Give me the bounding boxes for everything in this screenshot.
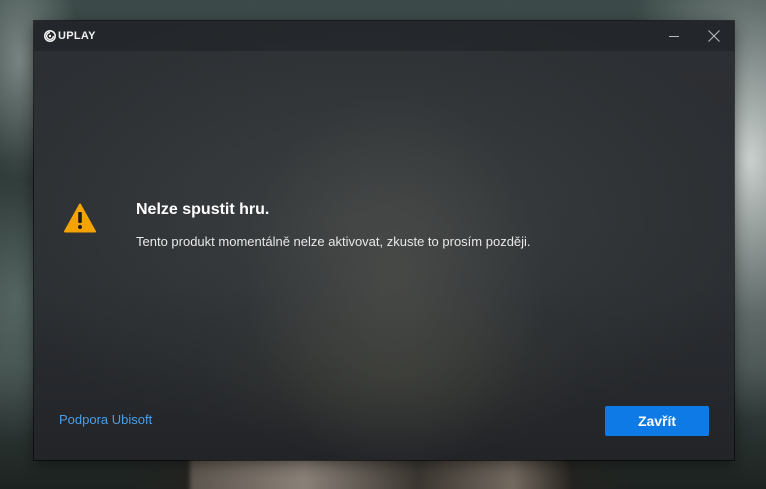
uplay-logo: UPLAY xyxy=(44,29,96,43)
minimize-button[interactable] xyxy=(662,25,686,47)
ubisoft-support-link[interactable]: Podpora Ubisoft xyxy=(59,412,152,427)
close-icon xyxy=(708,30,720,42)
dialog-message: Tento produkt momentálně nelze aktivovat… xyxy=(136,234,531,249)
uplay-logo-text: UPLAY xyxy=(58,30,96,42)
close-dialog-button[interactable]: Zavřít xyxy=(605,406,709,436)
desktop-background-rock xyxy=(190,455,570,489)
dialog-title: Nelze spustit hru. xyxy=(136,201,270,218)
minimize-icon xyxy=(669,36,679,37)
window-close-button[interactable] xyxy=(702,25,726,47)
uplay-swirl-icon xyxy=(44,30,56,42)
title-bar[interactable]: UPLAY xyxy=(34,21,734,51)
uplay-dialog-window: UPLAY Nelze spustit hru. Tento produkt m… xyxy=(34,21,734,460)
warning-icon xyxy=(64,203,96,233)
